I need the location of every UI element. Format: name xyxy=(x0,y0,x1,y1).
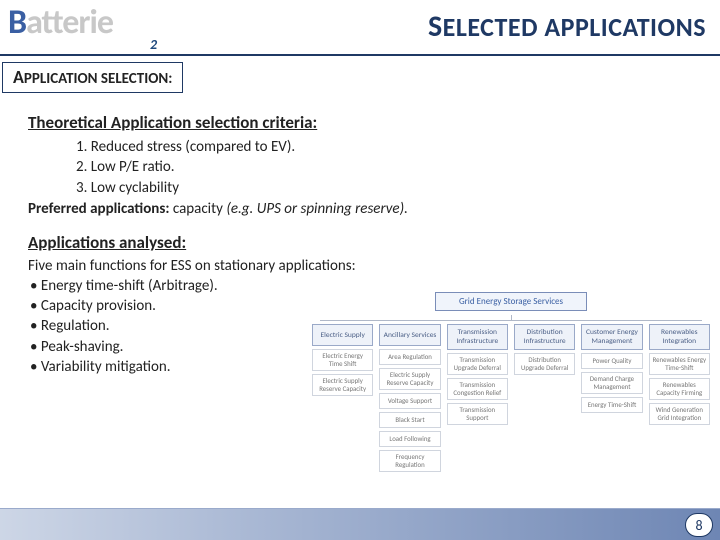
page-title: SELECTED APPLICATIONS xyxy=(428,8,706,45)
diagram-leaf: Electric Supply Reserve Capacity xyxy=(312,374,373,396)
brand-rest: atterie xyxy=(26,2,113,43)
connector xyxy=(320,320,702,321)
diagram-leaf: Black Start xyxy=(379,412,440,428)
diagram-root: Grid Energy Storage Services xyxy=(435,292,587,311)
criteria-item: 1. Reduced stress (compared to EV). xyxy=(76,137,706,157)
applications-heading: Applications analysed: xyxy=(28,232,706,253)
diagram-column-head: Customer Energy Management xyxy=(581,324,642,350)
criteria-item: 3. Low cyclability xyxy=(76,178,706,198)
page-number: 8 xyxy=(685,513,713,537)
diagram-column-head: Ancillary Services xyxy=(379,324,440,346)
diagram-leaf: Electric Energy Time Shift xyxy=(312,349,373,371)
diagram-leaf: Renewables Capacity Firming xyxy=(649,378,710,400)
diagram-leaf: Transmission Support xyxy=(447,403,508,425)
diagram-column: Distribution Infrastructure Distribution … xyxy=(514,324,575,472)
diagram-column: Transmission Infrastructure Transmission … xyxy=(447,324,508,472)
diagram-leaf: Demand Charge Management xyxy=(581,372,642,394)
diagram-column-head: Electric Supply xyxy=(312,324,373,346)
criteria-list: 1. Reduced stress (compared to EV). 2. L… xyxy=(28,137,706,198)
diagram-leaf: Transmission Congestion Relief xyxy=(447,378,508,400)
tag-rest: PPLICATION SELECTION: xyxy=(24,70,172,88)
diagram-leaf: Electric Supply Reserve Capacity xyxy=(379,368,440,390)
section-tag: APPLICATION SELECTION: xyxy=(2,62,183,93)
diagram-leaf: Transmission Upgrade Deferral xyxy=(447,353,508,375)
brand-logo: Batterie xyxy=(8,2,113,43)
tag-lead: A xyxy=(13,66,24,88)
diagram-column: Customer Energy Management Power Quality D… xyxy=(581,324,642,472)
diagram-leaf: Energy Time-Shift xyxy=(581,397,642,413)
header: Batterie 2 SELECTED APPLICATIONS xyxy=(0,0,720,58)
storage-services-diagram: Grid Energy Storage Services Electric Su… xyxy=(312,292,710,472)
diagram-column: Ancillary Services Area Regulation Electri… xyxy=(379,324,440,472)
diagram-leaf: Voltage Support xyxy=(379,393,440,409)
preferred-text: capacity xyxy=(169,200,226,218)
preferred-line: Preferred applications: capacity (e.g. U… xyxy=(28,200,706,218)
diagram-column-head: Transmission Infrastructure xyxy=(447,324,508,350)
brand-subscript: 2 xyxy=(150,36,157,53)
criteria-heading: Theoretical Application selection criter… xyxy=(28,112,706,133)
preferred-example: (e.g. UPS or spinning reserve). xyxy=(226,200,408,218)
diagram-leaf: Distribution Upgrade Deferral xyxy=(514,353,575,375)
diagram-column: Renewables Integration Renewables Energy … xyxy=(649,324,710,472)
diagram-leaf: Power Quality xyxy=(581,353,642,369)
header-rule xyxy=(0,54,720,56)
criteria-item: 2. Low P/E ratio. xyxy=(76,157,706,177)
diagram-leaf: Frequency Regulation xyxy=(379,450,440,472)
diagram-leaf: Area Regulation xyxy=(379,349,440,365)
diagram-column-head: Renewables Integration xyxy=(649,324,710,350)
title-rest: ELECTED APPLICATIONS xyxy=(443,11,706,43)
title-lead: S xyxy=(428,8,443,45)
preferred-label: Preferred applications: xyxy=(28,200,169,218)
diagram-leaf: Renewables Energy Time-Shift xyxy=(649,353,710,375)
diagram-column-head: Distribution Infrastructure xyxy=(514,324,575,350)
diagram-leaf: Load Following xyxy=(379,431,440,447)
diagram-column: Electric Supply Electric Energy Time Shif… xyxy=(312,324,373,472)
brand-first-letter: B xyxy=(8,2,26,43)
diagram-leaf: Wind Generation Grid Integration xyxy=(649,403,710,425)
footer-band xyxy=(0,508,720,540)
applications-intro: Five main functions for ESS on stationar… xyxy=(28,257,706,275)
